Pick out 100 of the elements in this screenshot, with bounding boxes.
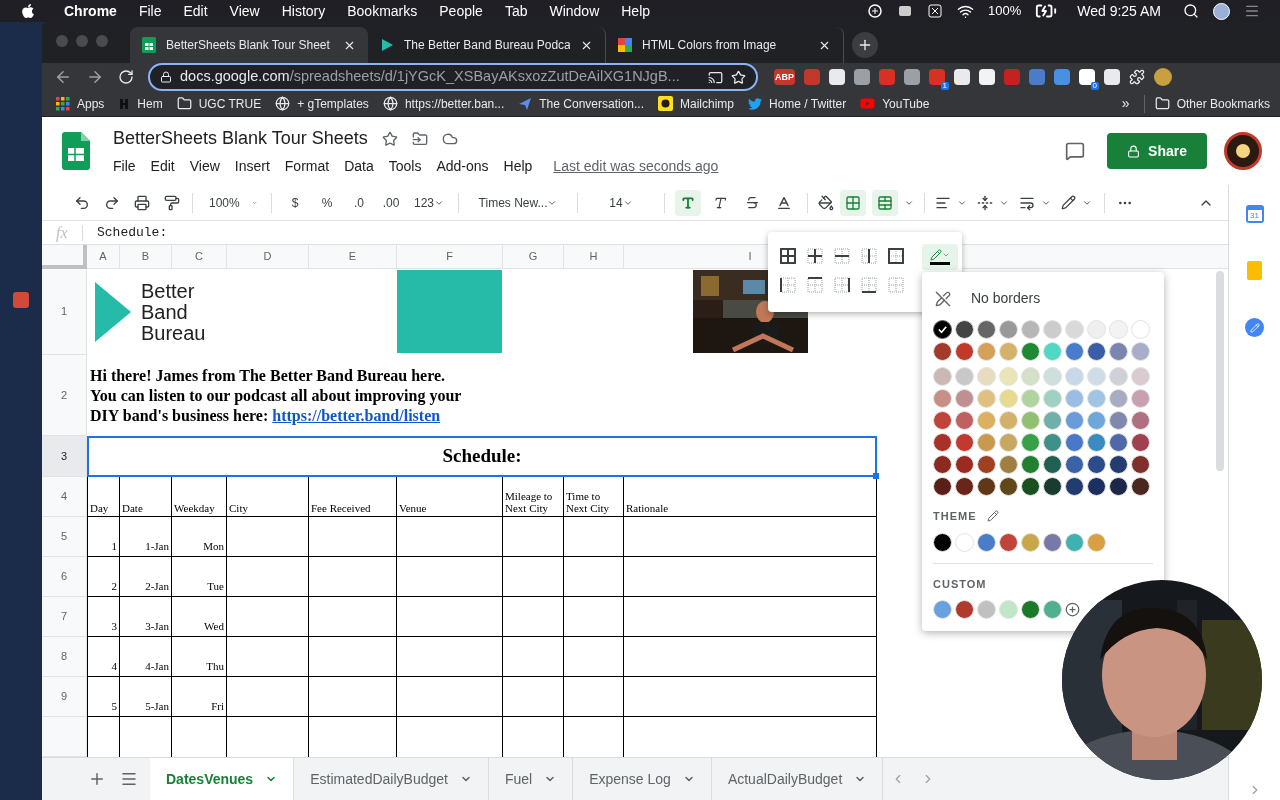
row-header[interactable]: 1 (42, 269, 87, 355)
header-cell[interactable]: Day (87, 477, 120, 517)
sheet-tab[interactable]: EstimatedDailyBudget (294, 758, 489, 800)
sheet-tab[interactable]: ActualDailyBudget (711, 758, 884, 800)
formula-value[interactable]: Schedule: (97, 222, 168, 243)
column-header[interactable]: D (227, 245, 309, 269)
table-cell[interactable]: Mon (172, 517, 227, 557)
menu-item[interactable]: People (439, 0, 483, 22)
table-cell[interactable]: Fri (172, 677, 227, 717)
podcast-link[interactable]: https://better.band/listen (272, 406, 441, 424)
bookmark-item[interactable]: Home / Twitter (748, 94, 847, 113)
menu-item[interactable]: Insert (234, 156, 270, 177)
table-cell[interactable]: 1-Jan (120, 517, 172, 557)
currency-button[interactable]: $ (282, 189, 308, 216)
zoom-dropdown[interactable]: 100% (205, 189, 261, 216)
clock[interactable]: Wed 9:25 AM (1077, 0, 1161, 22)
header-cell[interactable]: Date (120, 477, 172, 517)
bookmark-item[interactable]: Apps (56, 94, 105, 113)
table-cell[interactable]: 4 (87, 637, 120, 677)
address-bar[interactable]: docs.google.com/spreadsheets/d/1jYGcK_XSBayAKsxozZutDeAilXG1NJgB... (148, 63, 758, 92)
column-header[interactable]: H (564, 245, 624, 269)
sheet-tab-label: DatesVenues (166, 769, 254, 789)
row-header[interactable]: 2 (42, 355, 87, 436)
header-cell[interactable]: City (227, 477, 309, 517)
table-cell[interactable]: 5 (87, 677, 120, 717)
table-cell[interactable]: 5-Jan (120, 677, 172, 717)
sheet-tab[interactable]: Expense Log (573, 758, 712, 800)
menu-item[interactable]: Edit (183, 0, 208, 22)
more-bookmarks-button[interactable]: » (1121, 93, 1130, 115)
column-header[interactable]: A (87, 245, 120, 269)
font-size-dropdown[interactable]: 14 (588, 189, 655, 216)
header-cell[interactable]: Time to Next City (564, 477, 624, 517)
row-header[interactable]: 4 (42, 477, 87, 517)
menu-item[interactable]: View (189, 156, 220, 177)
percent-button[interactable]: % (314, 189, 340, 216)
share-button[interactable]: Share (1107, 133, 1207, 169)
menu-item[interactable]: Help (621, 0, 651, 22)
row-header[interactable]: 8 (42, 637, 87, 677)
table-cell[interactable]: 1 (87, 517, 120, 557)
menu-item[interactable]: Bookmarks (347, 0, 418, 22)
table-cell[interactable]: 3-Jan (120, 597, 172, 637)
row-header[interactable]: 6 (42, 557, 87, 597)
menu-item[interactable]: Help (503, 156, 533, 177)
calendar-icon[interactable]: 31 (1245, 205, 1264, 223)
cell-text: Fri (211, 698, 224, 714)
row-header[interactable]: 9 (42, 677, 87, 717)
header-cell[interactable]: Mileage to Next City (503, 477, 564, 517)
table-cell[interactable]: Tue (172, 557, 227, 597)
extension-icon[interactable]: ABP (774, 69, 795, 86)
cell-text: Mon (203, 538, 224, 554)
header-cell[interactable]: Weekday (172, 477, 227, 517)
other-bookmarks[interactable]: Other Bookmarks (1143, 94, 1270, 113)
number-format-dropdown[interactable]: 123 (410, 189, 449, 216)
extension-badge: 0 (1090, 82, 1099, 91)
column-header[interactable]: B (120, 245, 172, 269)
menu-item[interactable]: Data (344, 156, 374, 177)
menu-item[interactable]: File (138, 0, 162, 22)
header-cell[interactable]: Fee Received (309, 477, 397, 517)
row-header[interactable]: 7 (42, 597, 87, 637)
menu-item[interactable]: Format (284, 156, 330, 177)
menu-item[interactable]: Window (549, 0, 600, 22)
bookmark-item[interactable]: YouTube (860, 94, 930, 113)
header-cell[interactable]: Rationale (624, 477, 877, 517)
column-header[interactable]: C (172, 245, 227, 269)
decrease-decimal-button[interactable]: .0 (346, 189, 372, 216)
column-header[interactable]: E (309, 245, 397, 269)
sheet-tab[interactable]: DatesVenues (150, 758, 295, 800)
menu-item[interactable]: Edit (150, 156, 175, 177)
app-menu[interactable]: Chrome (64, 0, 117, 22)
row-header[interactable]: 3 (42, 436, 87, 477)
table-cell[interactable]: Thu (172, 637, 227, 677)
menu-item[interactable]: History (281, 0, 326, 22)
increase-decimal-button[interactable]: .00 (378, 189, 404, 216)
table-cell[interactable]: 2-Jan (120, 557, 172, 597)
menu-item[interactable]: View (229, 0, 260, 22)
last-edit-link[interactable]: Last edit was seconds ago (553, 156, 719, 177)
document-title[interactable]: BetterSheets Blank Tour Sheets (113, 125, 368, 152)
menu-item[interactable]: File (113, 156, 136, 177)
bookmark-item[interactable]: + gTemplates (275, 94, 369, 113)
theme-label: THEME (933, 509, 977, 524)
menu-item[interactable]: Add-ons (436, 156, 489, 177)
bookmark-item[interactable]: https://better.ban... (382, 94, 505, 113)
menu-item[interactable]: Tools (388, 156, 422, 177)
bookmark-item[interactable]: The Conversation... (518, 94, 644, 113)
table-cell[interactable]: Wed (172, 597, 227, 637)
table-cell[interactable]: 4-Jan (120, 637, 172, 677)
menu-item[interactable]: Tab (504, 0, 528, 22)
font-dropdown[interactable]: Times New... (469, 189, 568, 216)
header-cell[interactable]: Venue (397, 477, 503, 517)
bookmark-item[interactable]: Mailchimp (658, 94, 734, 113)
column-header[interactable]: G (503, 245, 564, 269)
sheet-tab[interactable]: Fuel (488, 758, 574, 800)
table-cell[interactable]: 2 (87, 557, 120, 597)
browser-tab[interactable]: BetterSheets Blank Tour Sheet (130, 27, 368, 64)
table-cell[interactable]: 3 (87, 597, 120, 637)
column-header[interactable]: F (397, 245, 503, 269)
row-header[interactable]: 5 (42, 517, 87, 557)
bookmark-item[interactable]: Hem (118, 94, 163, 113)
no-borders-option[interactable]: No borders (971, 288, 1041, 309)
bookmark-item[interactable]: UGC TRUE (176, 94, 262, 113)
